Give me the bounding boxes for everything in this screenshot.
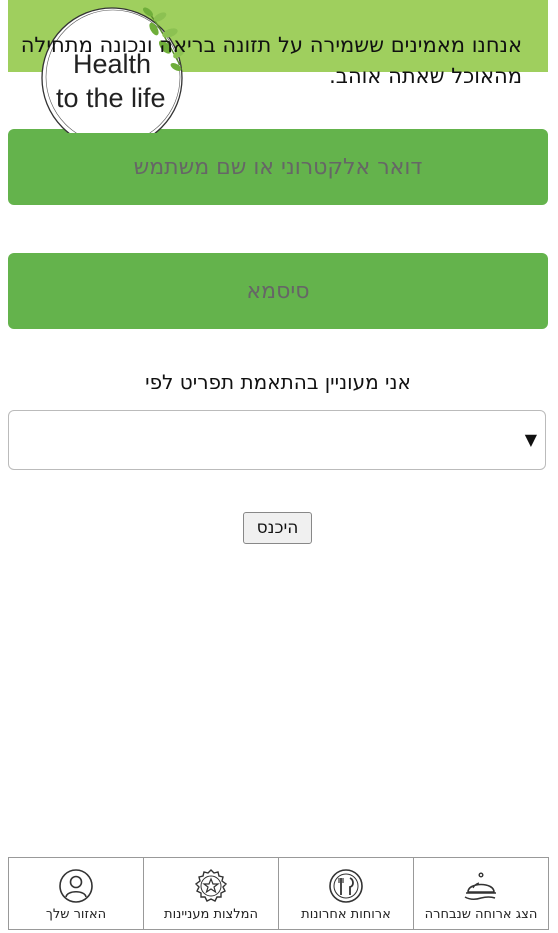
preference-label: אני מעוניין בהתאמת תפריט לפי xyxy=(145,370,411,394)
bottom-nav: הצג ארוחה שנבחרה ארוחות אחרונות המלצות מ… xyxy=(8,857,549,930)
login-button[interactable]: היכנס xyxy=(243,512,312,544)
serving-cloche-icon xyxy=(463,868,499,904)
password-input[interactable] xyxy=(8,252,548,330)
preference-select[interactable]: ▼ xyxy=(8,410,546,470)
nav-label-recommendations: המלצות מעניינות xyxy=(164,907,258,922)
nav-item-selected-meal[interactable]: הצג ארוחה שנבחרה xyxy=(413,858,549,929)
user-profile-icon xyxy=(58,868,94,904)
username-field[interactable] xyxy=(8,128,548,206)
slogan-text: אנחנו מאמינים ששמירה על תזונה בריאה ונכו… xyxy=(20,33,522,88)
nav-label-recent-meals: ארוחות אחרונות xyxy=(301,907,391,922)
nav-label-selected-meal: הצג ארוחה שנבחרה xyxy=(424,907,538,922)
dropdown-arrow-icon[interactable]: ▼ xyxy=(525,430,537,449)
password-field[interactable] xyxy=(8,252,548,330)
nav-item-recent-meals[interactable]: ארוחות אחרונות xyxy=(278,858,413,929)
nav-item-your-area[interactable]: האזור שלך xyxy=(8,858,143,929)
star-badge-icon xyxy=(193,868,229,904)
login-page: Health to the life אנחנו מאמינים ששמירה … xyxy=(0,0,558,933)
nav-label-your-area: האזור שלך xyxy=(45,907,107,922)
nav-item-recommendations[interactable]: המלצות מעניינות xyxy=(143,858,278,929)
username-input[interactable] xyxy=(8,128,548,206)
plate-cutlery-icon xyxy=(328,868,364,904)
